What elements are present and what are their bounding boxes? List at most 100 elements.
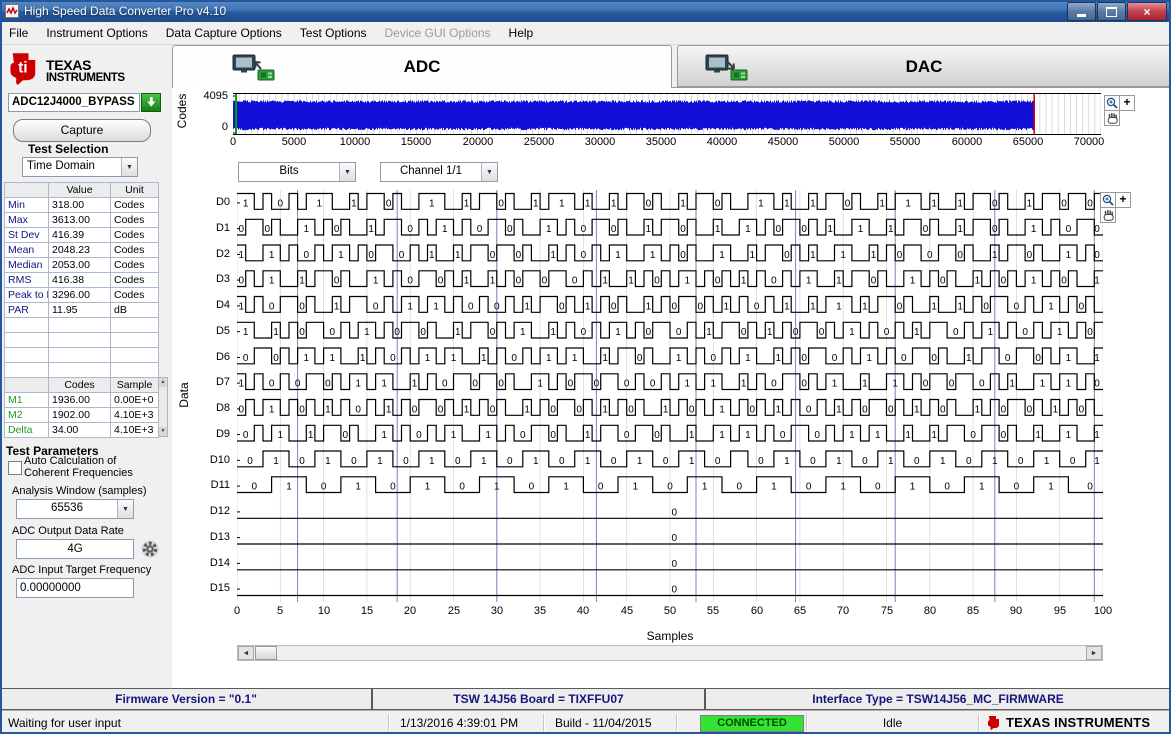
brand-instruments: INSTRUMENTS [46,72,125,84]
bit-value-label: 1 [1066,430,1072,441]
table-row: Codes Sample [5,378,159,393]
bit-value-label: 1 [585,198,591,209]
bit-value-label: 1 [1048,482,1054,493]
capture-button[interactable]: Capture [13,119,151,142]
scroll-left-icon[interactable] [238,646,254,660]
table-row [5,318,159,333]
close-button[interactable]: × [1127,2,1167,21]
tab-dac[interactable]: DAC [677,45,1171,87]
overview-ytick-min: 0 [221,121,228,133]
device-select-input[interactable]: ADC12J4000_BYPASS [8,93,140,112]
zoom-tool-icon[interactable] [1100,192,1116,208]
menu-instrument-options[interactable]: Instrument Options [37,22,156,44]
test-selection-dropdown[interactable]: Time Domain [22,157,138,177]
table-row: Peak to P 3296.00 Codes [5,288,159,303]
axis-tick-label: 40 [576,605,590,617]
bit-value-label: 1 [957,301,963,312]
output-rate-input[interactable]: 4G [16,539,134,559]
scroll-down-icon[interactable]: ▼ [159,427,167,436]
auto-calc-checkbox[interactable] [8,461,22,475]
menu-file[interactable]: File [0,22,37,44]
stats-table-scrollbar[interactable]: ▲ ▼ [158,377,168,437]
bit-value-label: 0 [390,353,396,364]
bit-value-label: 0 [944,482,950,493]
bit-value-label: 0 [801,353,807,364]
zoom-plus-button[interactable] [1115,192,1131,208]
bit-value-label: 1 [334,301,340,312]
bit-value-label: 0 [1018,456,1024,467]
bits-waveform-plot[interactable]: 1 0 1 1 0 1 1 0 1 1 1 1 0 1 0 1 1 1 0 1 1 1 1 0 1 0 0 0 0 1 0 1 0 1 0 0 1 0 0 1… [237,190,1103,602]
bit-value-label: 0 [516,250,522,261]
zoom-tool-icon[interactable] [1104,95,1120,111]
horizontal-scrollbar[interactable] [237,645,1103,661]
bit-value-label: 0 [646,198,652,209]
bit-value-label: 0 [239,404,245,415]
bit-value-label: 0 [780,430,786,441]
bit-value-label: 1 [429,250,435,261]
axis-tick-label: 0 [233,605,241,617]
svg-text:ti: ti [18,59,28,76]
minimize-button[interactable] [1067,2,1096,21]
bit-value-label: 1 [455,327,461,338]
input-freq-input[interactable]: 0.00000000 [16,578,134,598]
bit-value-label: 0 [1094,379,1100,390]
menu-help[interactable]: Help [500,22,543,44]
bit-value-label: 1 [381,430,387,441]
brand-texas: TEXAS [46,57,92,73]
device-download-button[interactable] [141,93,161,112]
bit-value-label: 0 [667,482,673,493]
bit-value-label: 0 [438,276,444,287]
gear-icon[interactable] [140,539,160,559]
bit-value-label: 0 [273,353,279,364]
bit-value-label: 0 [299,456,305,467]
tab-adc[interactable]: ADC [172,45,672,88]
menu-data-capture-options[interactable]: Data Capture Options [157,22,291,44]
bit-value-label: 1 [304,224,310,235]
bit-value-label: 1 [979,482,985,493]
bit-value-label: 0 [516,276,522,287]
bit-value-label: 0 [581,224,587,235]
bit-value-label: 0 [1001,430,1007,441]
scroll-up-icon[interactable]: ▲ [159,378,167,387]
menu-test-options[interactable]: Test Options [291,22,376,44]
bit-value-label: 0 [970,430,976,441]
scrollbar-thumb[interactable] [255,646,277,660]
table-row: Median 2053.00 Codes [5,258,159,273]
table-cell: 11.95 [49,303,111,318]
table-cell [5,333,49,348]
bit-value-label: 1 [243,327,249,338]
display-mode-dropdown[interactable]: Bits [238,162,356,182]
table-cell: Codes [111,228,159,243]
pan-hand-icon[interactable] [1100,207,1116,223]
axis-tick-label: 55 [706,605,720,617]
maximize-button[interactable] [1097,2,1126,21]
channel-dropdown[interactable]: Channel 1/1 [380,162,498,182]
bit-value-label: 0 [931,353,937,364]
analysis-window-dropdown[interactable]: 65536 [16,499,134,519]
bit-value-label: 0 [715,276,721,287]
table-cell: PAR [5,303,49,318]
table-cell [5,348,49,363]
axis-tick-label: 20000 [462,136,494,148]
table-cell: Min [5,198,49,213]
chevron-down-icon[interactable] [339,163,355,181]
chevron-down-icon[interactable] [121,158,137,176]
bit-value-label: 0 [239,224,245,235]
chevron-down-icon[interactable] [481,163,497,181]
pan-hand-icon[interactable] [1104,110,1120,126]
scroll-right-icon[interactable] [1086,646,1102,660]
zoom-plus-button[interactable] [1119,95,1135,111]
bits-row-label: D12 [209,505,230,517]
axis-tick-label: 25000 [523,136,555,148]
bit-value-label: 1 [269,250,275,261]
bit-value-label: 0 [711,353,717,364]
bit-value-label: 1 [646,224,652,235]
bit-value-label: 0 [325,379,331,390]
bit-value-label: 0 [598,482,604,493]
overview-waveform-plot[interactable] [233,93,1101,135]
bit-value-label: 0 [490,404,496,415]
chevron-down-icon[interactable] [117,500,133,518]
bit-value-label: 1 [957,224,963,235]
axis-tick-label: 60 [750,605,764,617]
bit-value-label: 0 [862,456,868,467]
